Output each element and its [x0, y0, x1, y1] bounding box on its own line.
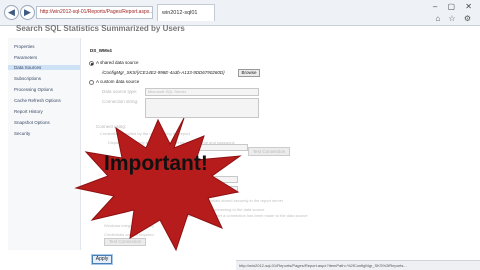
page-title: Search SQL Statistics Summarized by User…: [16, 24, 185, 33]
starburst-shape: [74, 117, 242, 252]
browse-button[interactable]: Browse: [238, 69, 260, 77]
toolbar-icons[interactable]: ⌂ ☆ ⚙: [435, 14, 474, 23]
shared-data-source-label: A shared data source: [96, 60, 139, 65]
custom-data-source-label: A custom data source: [96, 79, 140, 84]
apply-button[interactable]: Apply: [92, 255, 112, 264]
sidebar-item-subscriptions[interactable]: Subscriptions: [14, 76, 41, 81]
important-label: Important!: [104, 152, 208, 175]
sidebar: Properties Parameters Data Sources Subsc…: [8, 38, 81, 250]
custom-data-source-radio[interactable]: [89, 80, 94, 85]
sidebar-item-security[interactable]: Security: [14, 131, 30, 136]
sidebar-item-snapshot-options[interactable]: Snapshot Options: [14, 120, 50, 125]
sidebar-item-properties[interactable]: Properties: [14, 44, 35, 49]
sidebar-item-parameters[interactable]: Parameters: [14, 55, 37, 60]
sidebar-item-report-history[interactable]: Report History: [14, 109, 43, 114]
browser-tab[interactable]: win2012-sql01: [157, 4, 215, 21]
data-source-type-select[interactable]: Microsoft SQL Server: [145, 88, 259, 96]
shared-data-source-path: /ConfigMgr_SKS/{ICE14E2-998E-4a3b-A133-9…: [102, 70, 225, 75]
sidebar-item-cache-refresh-options[interactable]: Cache Refresh Options: [14, 98, 61, 103]
important-starburst-icon: [74, 117, 242, 252]
back-button[interactable]: ◀: [4, 5, 19, 20]
connection-string-label: Connection string:: [102, 99, 139, 104]
shared-data-source-radio[interactable]: [89, 61, 94, 66]
back-arrow-icon: ◀: [8, 7, 15, 17]
sidebar-item-processing-options[interactable]: Processing Options: [14, 87, 53, 92]
sidebar-item-data-sources[interactable]: Data Sources: [8, 65, 80, 70]
status-bar: http://win2012-sql-01/Reports/Pages/Repo…: [236, 260, 480, 270]
test-connection-top-button[interactable]: Test Connection: [248, 147, 290, 156]
data-source-type-label: Data source type:: [102, 89, 138, 94]
window-controls[interactable]: – ▢ ✕: [433, 2, 476, 11]
address-bar[interactable]: http://win2012-sql-01/Reports/Pages/Repo…: [36, 6, 153, 19]
forward-arrow-icon: ▶: [24, 7, 31, 17]
browser-toolbar: ◀ ▶ http://win2012-sql-01/Reports/Pages/…: [0, 0, 480, 26]
section-title: DS_WMv4: [90, 48, 112, 53]
connection-string-textarea[interactable]: [145, 98, 259, 118]
forward-button[interactable]: ▶: [20, 5, 35, 20]
